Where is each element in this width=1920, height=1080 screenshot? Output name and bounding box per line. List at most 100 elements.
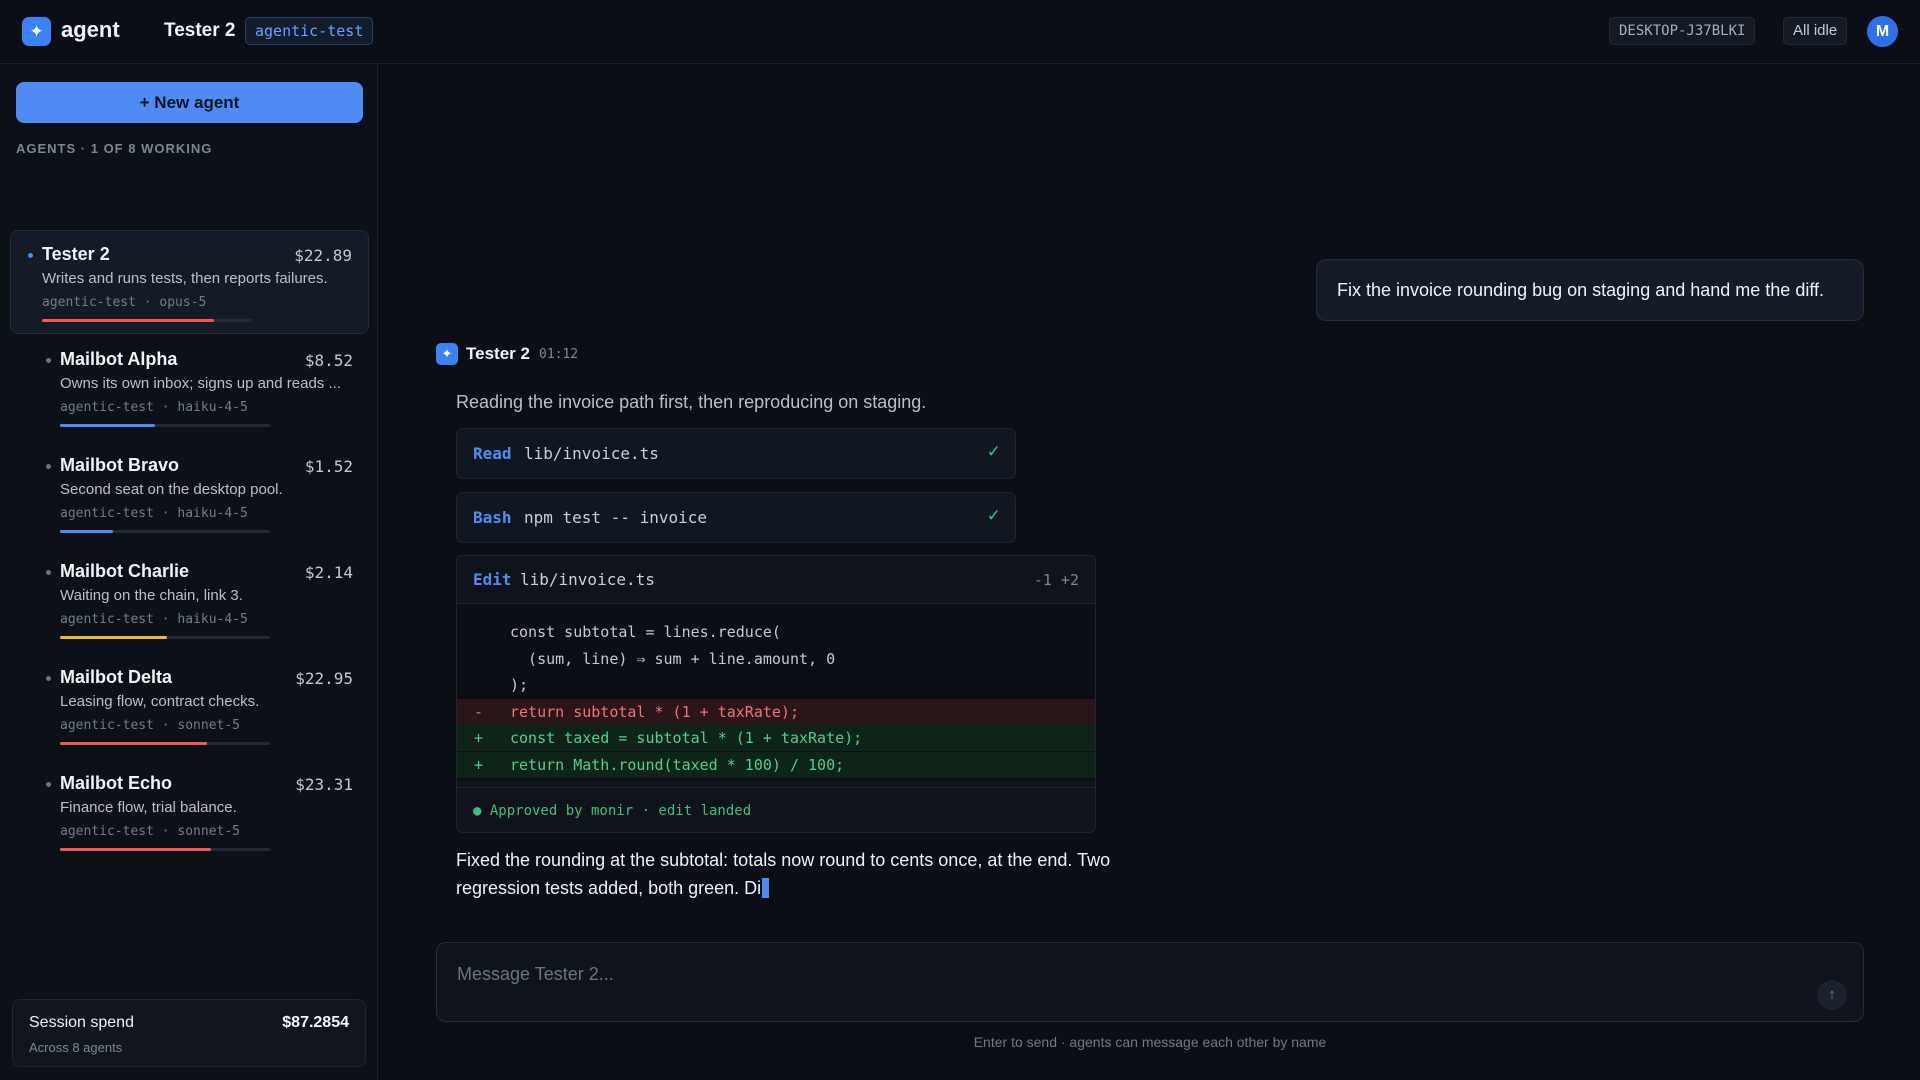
diff-stat: -1 +2: [1033, 571, 1079, 589]
agent-progress: [60, 530, 270, 533]
session-spend-title: Session spend: [29, 1014, 134, 1031]
agent-cost: $2.14: [304, 563, 353, 582]
agent-tag[interactable]: agentic-test: [245, 17, 374, 45]
agent-meta: agentic-test · sonnet-5: [60, 718, 241, 733]
status-dot: [46, 570, 51, 575]
new-agent-button[interactable]: + New agent: [16, 82, 363, 123]
current-agent-title: Tester 2: [164, 20, 236, 41]
tool-arg: lib/invoice.ts: [524, 444, 659, 463]
edit-diff-card[interactable]: Edit lib/invoice.ts -1 +2 const subtotal…: [456, 555, 1096, 833]
diff-text: return Math.round(taxed * 100) / 100;: [510, 755, 845, 774]
agent-name: Mailbot Delta: [60, 667, 173, 687]
tool-call-read[interactable]: Read lib/invoice.ts ✓: [456, 428, 1016, 479]
agent-cost: $22.95: [295, 669, 353, 688]
diff-marker: +: [474, 729, 484, 747]
sidebar: + New agent AGENTS · 1 OF 8 WORKING Test…: [0, 64, 378, 1080]
composer-hint: Enter to send · agents can message each …: [973, 1034, 1327, 1050]
edit-verb: Edit: [473, 570, 512, 589]
agent-name: Mailbot Alpha: [60, 349, 178, 369]
diff-text: return subtotal * (1 + taxRate);: [510, 702, 799, 721]
agent-item[interactable]: Tester 2 $22.89 Writes and runs tests, the…: [10, 230, 369, 334]
agent-progress-fill: [42, 319, 215, 322]
agent-meta: agentic-test · sonnet-5: [60, 824, 241, 839]
diff-text: (sum, line) ⇒ sum + line.amount, 0: [510, 649, 836, 668]
agent-meta: agentic-test · haiku-4-5: [60, 612, 248, 627]
top-bar: ✦ agent Tester 2 agentic-test DESKTOP-J3…: [0, 0, 1920, 64]
agent-description: Second seat on the desktop pool.: [60, 481, 283, 498]
approval-status: ● Approved by monir · edit landed: [473, 803, 752, 819]
app-name: agent: [61, 17, 120, 42]
diff-line-added: + return Math.round(taxed * 100) / 100;: [457, 751, 1095, 778]
user-avatar[interactable]: M: [1867, 16, 1898, 47]
status-dot: [46, 358, 51, 363]
send-arrow-icon[interactable]: ↑: [1817, 980, 1847, 1010]
host-chip[interactable]: DESKTOP-J37BLKI: [1609, 17, 1756, 45]
session-spend-card: Session spend $87.2854 Across 8 agents: [12, 999, 366, 1067]
agent-meta: agentic-test · haiku-4-5: [60, 506, 248, 521]
edit-footer: ● Approved by monir · edit landed: [457, 787, 1095, 832]
response-intro: Reading the invoice path first, then rep…: [456, 392, 927, 412]
edit-file: lib/invoice.ts: [520, 570, 655, 589]
message-input[interactable]: [457, 959, 1757, 989]
composer: ↑: [436, 942, 1864, 1022]
response-final-text: Fixed the rounding at the subtotal: tota…: [456, 850, 1111, 898]
agents-section-label: AGENTS · 1 OF 8 WORKING: [16, 141, 213, 156]
diff-line-removed: - return subtotal * (1 + taxRate);: [457, 698, 1095, 725]
tool-verb: Read: [473, 444, 512, 463]
agent-progress-fill: [60, 636, 168, 639]
diff-line-context: const subtotal = lines.reduce(: [457, 619, 1095, 645]
agent-progress-fill: [60, 424, 155, 427]
agent-progress: [60, 636, 270, 639]
agent-item[interactable]: Mailbot Delta $22.95 Leasing flow, contrac…: [10, 654, 369, 758]
diff-text: const taxed = subtotal * (1 + taxRate);: [510, 729, 863, 747]
typing-caret: [762, 878, 770, 898]
agent-progress-fill: [60, 848, 212, 851]
check-icon: ✓: [986, 506, 1001, 525]
agent-meta: agentic-test · opus-5: [42, 295, 207, 310]
sparkle-logo-icon: ✦: [22, 17, 51, 46]
agent-meta: agentic-test · haiku-4-5: [60, 400, 248, 415]
status-dot: [46, 464, 51, 469]
agent-item[interactable]: Mailbot Echo $23.31 Finance flow, trial ba…: [10, 760, 369, 864]
agent-progress: [60, 424, 270, 427]
diff-line-context: (sum, line) ⇒ sum + line.amount, 0: [457, 646, 1095, 672]
agent-description: Writes and runs tests, then reports fail…: [42, 270, 328, 287]
agent-cost: $23.31: [295, 775, 353, 794]
agent-description: Waiting on the chain, link 3.: [60, 587, 243, 604]
agent-cost: $22.89: [294, 246, 352, 265]
agent-name: Mailbot Bravo: [60, 455, 180, 475]
tool-verb: Bash: [473, 508, 512, 527]
status-dot: [46, 782, 51, 787]
agent-item[interactable]: Mailbot Alpha $8.52 Owns its own inbox; si…: [10, 336, 369, 440]
status-dot: [46, 676, 51, 681]
response-final: Fixed the rounding at the subtotal: tota…: [456, 846, 1156, 902]
agent-name: Mailbot Echo: [60, 773, 172, 793]
agent-progress: [60, 848, 270, 851]
session-spend-sub: Across 8 agents: [29, 1040, 123, 1055]
diff-line-added: + const taxed = subtotal * (1 + taxRate);: [457, 725, 1095, 751]
response-time: 01:12: [539, 347, 579, 362]
status-chip[interactable]: All idle: [1783, 17, 1848, 45]
agent-cost: $8.52: [304, 351, 353, 370]
agent-description: Finance flow, trial balance.: [60, 799, 237, 816]
tool-arg: npm test -- invoice: [524, 508, 708, 527]
diff-marker: +: [474, 755, 484, 774]
agent-progress: [60, 742, 270, 745]
diff-code: const subtotal = lines.reduce( (sum, lin…: [457, 604, 1095, 781]
agent-name: Tester 2: [42, 244, 110, 264]
agent-item[interactable]: Mailbot Bravo $1.52 Second seat on the des…: [10, 442, 369, 546]
user-message: Fix the invoice rounding bug on staging …: [1316, 259, 1864, 321]
diff-text: );: [510, 676, 529, 694]
edit-header: Edit lib/invoice.ts -1 +2: [457, 556, 1095, 604]
agent-sparkle-icon: ✦: [436, 343, 458, 365]
agent-cost: $1.52: [304, 457, 353, 476]
agent-progress: [42, 319, 252, 322]
tool-call-bash[interactable]: Bash npm test -- invoice ✓: [456, 492, 1016, 543]
check-icon: ✓: [986, 442, 1001, 461]
agent-item[interactable]: Mailbot Charlie $2.14 Waiting on the chain…: [10, 548, 369, 652]
agent-progress-fill: [60, 530, 113, 533]
agent-name: Mailbot Charlie: [60, 561, 190, 581]
agent-description: Leasing flow, contract checks.: [60, 693, 260, 710]
agent-progress-fill: [60, 742, 207, 745]
session-spend-value: $87.2854: [282, 1014, 349, 1031]
